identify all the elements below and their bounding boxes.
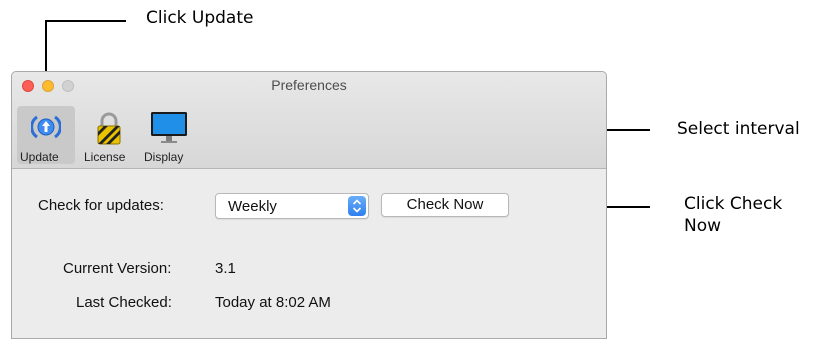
window-title: Preferences xyxy=(271,77,347,93)
update-interval-value: Weekly xyxy=(228,198,277,215)
toolbar-label-license: License xyxy=(84,150,126,164)
last-checked-value: Today at 8:02 AM xyxy=(215,294,331,311)
callout-click-check-now-line2: Now xyxy=(684,216,722,236)
last-checked-label: Last Checked: xyxy=(76,294,172,311)
preferences-window: Preferences Update License Display Check… xyxy=(11,71,607,339)
update-interval-select[interactable]: Weekly xyxy=(215,193,369,219)
monitor-icon xyxy=(150,110,188,149)
check-for-updates-label: Check for updates: xyxy=(38,197,164,214)
callout-line-update-horizontal xyxy=(45,20,126,22)
callout-click-check-now-line1: Click Check xyxy=(684,194,783,214)
current-version-label: Current Version: xyxy=(63,260,172,277)
check-now-button[interactable]: Check Now xyxy=(381,193,509,217)
update-icon xyxy=(30,109,62,148)
toolbar-item-update[interactable]: Update xyxy=(17,106,75,164)
updown-chevron-icon xyxy=(348,196,366,216)
callout-click-update: Click Update xyxy=(146,8,254,28)
toolbar-item-display[interactable]: Display xyxy=(140,106,196,164)
toolbar-label-update: Update xyxy=(20,150,59,164)
toolbar-item-license[interactable]: License xyxy=(80,106,140,164)
callout-select-interval: Select interval xyxy=(677,119,800,139)
current-version-value: 3.1 xyxy=(215,260,236,277)
lock-icon xyxy=(94,110,124,149)
toolbar-label-display: Display xyxy=(144,150,184,164)
titlebar: Preferences Update License Display xyxy=(12,72,606,169)
